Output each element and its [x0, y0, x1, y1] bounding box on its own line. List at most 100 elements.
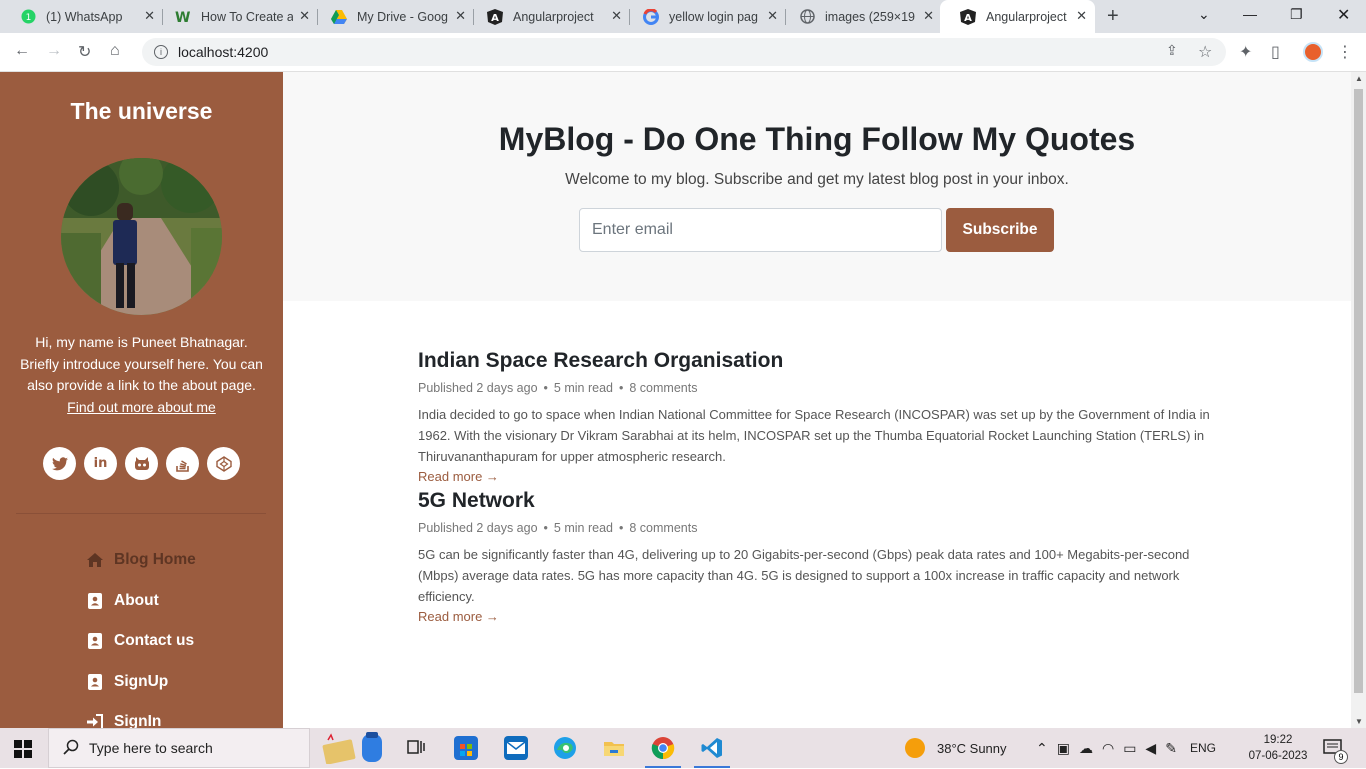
close-icon[interactable]: ✕ — [455, 8, 466, 24]
post-excerpt: India decided to go to space when Indian… — [418, 407, 1210, 464]
sidebar-item-contact-us[interactable]: Contact us — [86, 621, 196, 662]
browser-tab[interactable]: A Angularproject ✕ — [467, 0, 630, 33]
minimize-icon[interactable]: — — [1243, 6, 1257, 22]
blog-post: 5G Network Published 2 days ago • 5 min re… — [418, 489, 1213, 626]
browser-tab[interactable]: yellow login pag ✕ — [623, 0, 786, 33]
star-icon[interactable]: ☆ — [1198, 42, 1212, 62]
url-text: localhost:4200 — [178, 44, 269, 60]
tab-title: yellow login pag — [669, 9, 758, 24]
chevron-up-icon[interactable]: ⌃ — [1036, 740, 1048, 757]
contact-card-icon — [86, 673, 104, 691]
camera-icon[interactable]: ▣ — [1057, 740, 1070, 757]
home-icon[interactable]: ⌂ — [110, 42, 120, 60]
battery-icon[interactable]: ▭ — [1123, 740, 1136, 757]
chrome-icon[interactable] — [651, 736, 675, 760]
tab-title: Angularproject — [986, 9, 1067, 24]
close-icon[interactable]: ✕ — [767, 8, 778, 24]
sun-icon — [905, 738, 925, 758]
post-title[interactable]: 5G Network — [418, 489, 1213, 513]
cloud-sync-icon[interactable]: ☁ — [1079, 740, 1093, 757]
codepen-icon[interactable] — [207, 447, 240, 480]
window-close-icon[interactable]: ✕ — [1337, 5, 1350, 25]
browser-tab[interactable]: W How To Create a ✕ — [155, 0, 318, 33]
scroll-down-icon[interactable]: ▼ — [1355, 717, 1363, 726]
hero-section: MyBlog - Do One Thing Follow My Quotes W… — [283, 72, 1351, 301]
github-icon[interactable] — [125, 447, 158, 480]
sidebar-item-signup[interactable]: SignUp — [86, 662, 196, 703]
windows-start-icon[interactable] — [14, 740, 32, 763]
back-arrow-icon[interactable]: ← — [14, 42, 30, 60]
side-panel-icon[interactable]: ▯ — [1271, 42, 1280, 62]
site-title[interactable]: The universe — [0, 98, 283, 125]
extensions-icon[interactable]: ✦ — [1239, 42, 1252, 62]
sidebar-item-blog-home[interactable]: Blog Home — [86, 540, 196, 581]
sidebar-item-label: SignUp — [114, 672, 169, 690]
main-content: MyBlog - Do One Thing Follow My Quotes W… — [283, 72, 1351, 728]
volume-icon[interactable]: ◀ — [1145, 740, 1156, 757]
home-icon — [86, 551, 104, 569]
profile-avatar[interactable] — [1303, 42, 1323, 62]
close-icon[interactable]: ✕ — [923, 8, 934, 24]
linkedin-icon[interactable]: in — [84, 447, 117, 480]
close-icon[interactable]: ✕ — [144, 8, 155, 24]
new-tab-icon[interactable]: + — [1107, 5, 1119, 28]
post-published: Published 2 days ago — [418, 521, 538, 535]
read-more-link[interactable]: Read more → — [418, 469, 499, 484]
browser-tab[interactable]: images (259×19 ✕ — [779, 0, 942, 33]
subscribe-button[interactable]: Subscribe — [946, 208, 1054, 252]
task-view-icon[interactable] — [405, 736, 429, 760]
globe-icon — [799, 9, 815, 25]
browser-tab[interactable]: My Drive - Goog ✕ — [311, 0, 474, 33]
pen-icon[interactable]: ✎ — [1165, 740, 1177, 757]
sidebar-item-signin[interactable]: SignIn — [86, 702, 196, 728]
search-icon — [63, 739, 79, 758]
post-read-time: 5 min read — [553, 381, 613, 395]
sidebar-item-about[interactable]: About — [86, 581, 196, 622]
svg-text:1: 1 — [25, 13, 31, 23]
language-indicator[interactable]: ENG — [1190, 741, 1216, 755]
browser-toolbar: ← → ↻ ⌂ i localhost:4200 ⇪ ☆ ✦ ▯ ⋮ — [0, 33, 1366, 72]
menu-dots-icon[interactable]: ⋮ — [1337, 42, 1353, 62]
scroll-up-icon[interactable]: ▲ — [1355, 74, 1363, 83]
email-field[interactable] — [579, 208, 942, 252]
browser-tab-active[interactable]: A Angularproject ✕ — [940, 0, 1095, 33]
clock-time: 19:22 — [1263, 734, 1293, 746]
reload-icon[interactable]: ↻ — [78, 42, 91, 62]
microsoft-store-icon[interactable] — [454, 736, 478, 760]
wifi-icon[interactable]: ◠ — [1102, 740, 1114, 757]
edge-browser-icon[interactable] — [553, 736, 577, 760]
windows-taskbar: Type here to search 38°C Sunny ⌃ ▣ ☁ ◠ ▭… — [0, 728, 1366, 768]
weather-widget[interactable]: 38°C Sunny — [905, 728, 1007, 768]
about-link[interactable]: Find out more about me — [67, 399, 216, 415]
forward-arrow-icon[interactable]: → — [46, 42, 62, 60]
file-explorer-icon[interactable] — [602, 736, 626, 760]
close-icon[interactable]: ✕ — [1076, 8, 1087, 24]
clock-date: 07-06-2023 — [1248, 750, 1308, 762]
restore-icon[interactable]: ❐ — [1290, 6, 1303, 23]
search-highlight-icon[interactable] — [318, 732, 388, 769]
contact-card-icon — [86, 592, 104, 610]
sign-in-icon — [86, 713, 104, 728]
angular-icon: A — [960, 8, 976, 25]
close-icon[interactable]: ✕ — [299, 8, 310, 24]
site-info-icon[interactable]: i — [154, 45, 168, 59]
post-meta: Published 2 days ago • 5 min read • 8 commen… — [418, 521, 698, 535]
share-icon[interactable]: ⇪ — [1166, 42, 1178, 59]
vscode-icon[interactable] — [700, 736, 724, 760]
tab-title: (1) WhatsApp — [46, 9, 123, 24]
browser-tab[interactable]: 1 (1) WhatsApp ✕ — [0, 0, 163, 33]
svg-text:A: A — [491, 13, 499, 24]
w-logo-icon: W — [175, 9, 191, 25]
twitter-icon[interactable] — [43, 447, 76, 480]
stackoverflow-icon[interactable] — [166, 447, 199, 480]
page-scrollbar[interactable]: ▲ ▼ — [1351, 72, 1366, 728]
scrollbar-thumb[interactable] — [1354, 89, 1363, 693]
address-bar[interactable]: i localhost:4200 — [142, 38, 1226, 66]
chevron-down-icon[interactable]: ⌄ — [1198, 6, 1210, 23]
read-more-link[interactable]: Read more → — [418, 609, 499, 624]
post-title[interactable]: Indian Space Research Organisation — [418, 349, 1213, 373]
taskbar-clock[interactable]: 19:22 07-06-2023 — [1248, 732, 1308, 764]
mail-icon[interactable] — [504, 736, 528, 760]
close-icon[interactable]: ✕ — [611, 8, 622, 24]
taskbar-search[interactable]: Type here to search — [48, 728, 310, 768]
